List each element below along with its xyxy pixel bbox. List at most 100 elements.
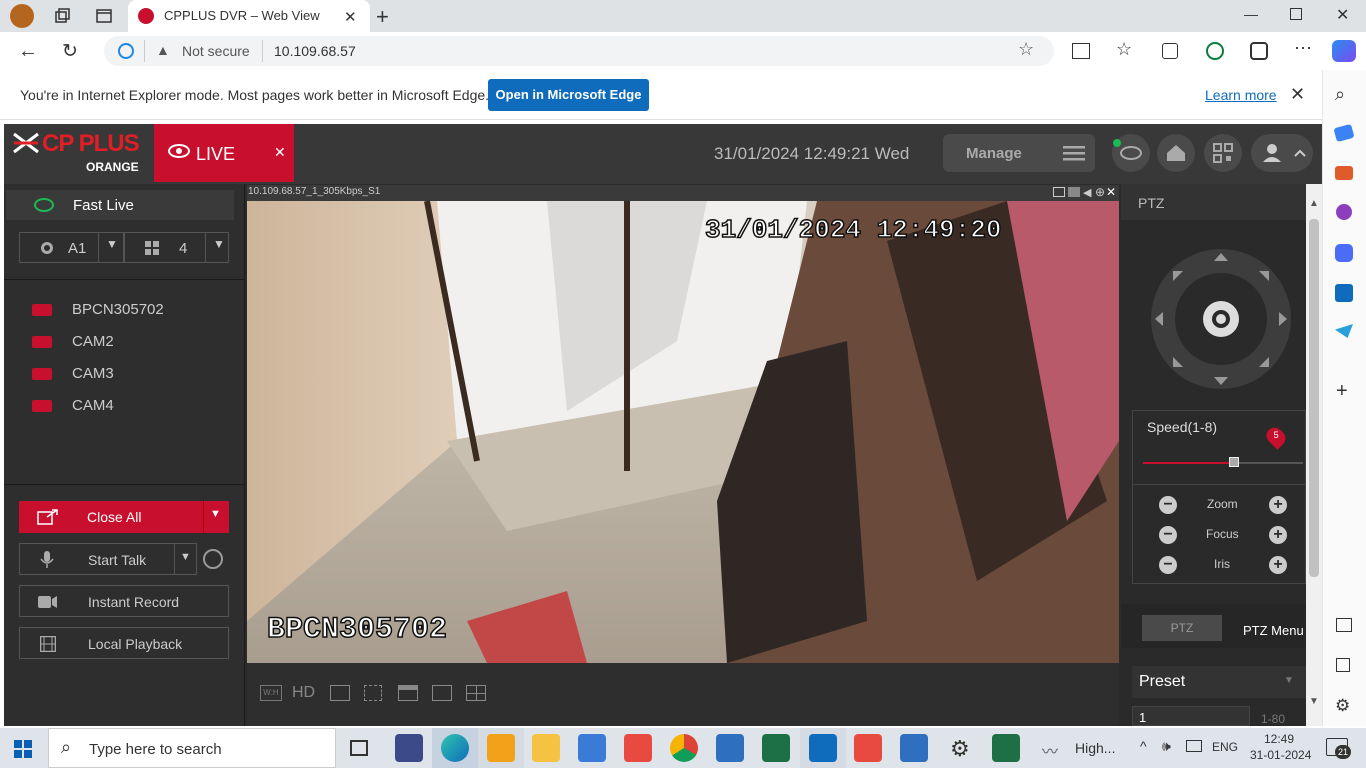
chevron-down-icon[interactable]: ▼ xyxy=(210,508,221,520)
split-screen-icon[interactable] xyxy=(1072,43,1090,59)
preset-input[interactable]: 1 xyxy=(1132,706,1250,726)
start-talk-button[interactable]: Start Talk ▼ xyxy=(19,543,197,575)
open-in-edge-button[interactable]: Open in Microsoft Edge xyxy=(488,79,649,111)
talk-status-radio[interactable] xyxy=(203,549,223,569)
preset-header[interactable]: Preset ▼ xyxy=(1132,666,1306,698)
live-tab[interactable]: LIVE ✕ xyxy=(154,124,294,182)
chrome-icon[interactable] xyxy=(670,734,698,762)
back-icon[interactable]: ← xyxy=(18,40,38,63)
snapshot-icon[interactable] xyxy=(1068,187,1080,197)
anydesk-2-icon[interactable] xyxy=(854,734,882,762)
zoom-in-button[interactable]: + xyxy=(1269,496,1287,514)
games-icon[interactable] xyxy=(1336,204,1352,220)
home-button[interactable] xyxy=(1157,134,1195,172)
close-all-button[interactable]: Close All ▼ xyxy=(19,501,229,533)
extensions-icon[interactable] xyxy=(1206,42,1224,60)
hide-sidebar-icon[interactable] xyxy=(1336,618,1352,632)
app-icon-2[interactable] xyxy=(900,734,928,762)
live-view-button[interactable] xyxy=(1112,134,1150,172)
focus-far-button[interactable]: + xyxy=(1269,526,1287,544)
one-split-icon[interactable] xyxy=(432,685,452,701)
scroll-thumb[interactable] xyxy=(1309,219,1319,577)
copilot-icon[interactable] xyxy=(1332,40,1356,62)
open-external-icon[interactable] xyxy=(1336,658,1350,672)
clock-time[interactable]: 12:49 xyxy=(1264,732,1294,746)
browser-essentials-icon[interactable] xyxy=(1250,42,1268,60)
minimize-icon[interactable]: — xyxy=(1244,6,1258,22)
mail-icon[interactable] xyxy=(578,734,606,762)
camera-list-item[interactable]: CAM2 xyxy=(4,328,244,356)
weather-icon[interactable]: 〰 xyxy=(1042,738,1058,762)
tools-icon[interactable] xyxy=(1335,166,1353,180)
restore-icon[interactable] xyxy=(1290,8,1302,20)
camera-list-item[interactable]: CAM4 xyxy=(4,392,244,420)
local-playback-button[interactable]: Local Playback xyxy=(19,627,229,659)
instant-record-button[interactable]: Instant Record xyxy=(19,585,229,617)
aspect-ratio-button[interactable]: W:H xyxy=(260,685,282,701)
url-text[interactable]: 10.109.68.57 xyxy=(274,43,356,59)
tray-chevron-icon[interactable]: ^ xyxy=(1140,738,1147,754)
profile-avatar[interactable] xyxy=(10,4,34,28)
page-scrollbar[interactable]: ▲ ▼ xyxy=(1306,184,1322,726)
sidebar-settings-icon[interactable]: ⚙ xyxy=(1335,696,1350,716)
iris-close-button[interactable]: − xyxy=(1159,556,1177,574)
app-icon-1[interactable] xyxy=(395,734,423,762)
favorites-icon[interactable]: ☆ xyxy=(1116,39,1132,60)
fullscreen-icon[interactable] xyxy=(364,685,382,701)
window-toggle-icon[interactable] xyxy=(1053,187,1065,197)
learn-more-link[interactable]: Learn more xyxy=(1205,87,1277,103)
network-icon[interactable] xyxy=(1186,740,1202,752)
favorite-star-icon[interactable]: ☆ xyxy=(1018,39,1034,60)
single-window-icon[interactable] xyxy=(398,685,418,701)
fluency-icon[interactable] xyxy=(330,685,350,701)
chevron-down-icon[interactable]: ▼ xyxy=(180,551,191,563)
language-indicator[interactable]: ENG xyxy=(1212,740,1238,754)
digital-zoom-icon[interactable]: ⊕ xyxy=(1095,185,1105,199)
clock-date[interactable]: 31-01-2024 xyxy=(1250,748,1311,762)
ptz-direction-pad[interactable] xyxy=(1151,249,1291,389)
scroll-down-icon[interactable]: ▼ xyxy=(1309,696,1319,707)
excel-icon[interactable] xyxy=(762,734,790,762)
manage-button[interactable]: Manage xyxy=(943,134,1095,172)
taskbar-search-box[interactable]: ⌕ Type here to search xyxy=(48,728,336,768)
browser-tab[interactable]: CPPLUS DVR – Web View ✕ xyxy=(128,0,370,32)
close-live-tab-icon[interactable]: ✕ xyxy=(274,144,286,161)
notification-icon[interactable]: 21 xyxy=(1326,738,1351,759)
iris-open-button[interactable]: + xyxy=(1269,556,1287,574)
speed-slider[interactable]: 5 xyxy=(1143,424,1303,467)
search-sidebar-icon[interactable]: ⌕ xyxy=(1335,84,1345,105)
qr-code-button[interactable] xyxy=(1204,134,1242,172)
stream-select[interactable]: A1 ▼ xyxy=(19,232,124,263)
four-split-icon[interactable] xyxy=(466,685,486,701)
add-sidebar-app-icon[interactable]: + xyxy=(1336,380,1348,403)
close-tab-icon[interactable]: ✕ xyxy=(344,8,357,26)
outlook-icon[interactable] xyxy=(1335,284,1353,302)
file-explorer-icon[interactable] xyxy=(532,734,560,762)
defender-icon[interactable] xyxy=(716,734,744,762)
task-view-icon[interactable] xyxy=(350,740,368,756)
tab-actions-icon[interactable] xyxy=(96,8,112,24)
camera-list-item[interactable]: CAM3 xyxy=(4,360,244,388)
scroll-up-icon[interactable]: ▲ xyxy=(1309,198,1319,209)
volume-icon[interactable]: 🕪 xyxy=(1162,738,1171,755)
telegram-icon[interactable] xyxy=(1335,324,1353,338)
close-window-icon[interactable]: ✕ xyxy=(1336,5,1349,25)
store-task[interactable] xyxy=(478,728,524,768)
app-icon-3[interactable] xyxy=(992,734,1020,762)
ie-mode-icon[interactable] xyxy=(118,43,134,59)
tab-ptz[interactable]: PTZ xyxy=(1142,615,1222,641)
security-status[interactable]: Not secure xyxy=(182,43,250,59)
outlook-task[interactable] xyxy=(800,728,846,768)
edge-task-active[interactable] xyxy=(432,728,478,768)
camera-video-feed[interactable]: 31/01/2024 12:49:20 BPCN305702 xyxy=(247,201,1119,663)
layout-select[interactable]: 4 ▼ xyxy=(124,232,229,263)
settings-icon[interactable]: ⚙ xyxy=(950,736,970,762)
camera-list-item[interactable]: BPCN305702 xyxy=(4,296,244,324)
close-video-icon[interactable]: ✕ xyxy=(1106,185,1116,199)
collections-icon[interactable] xyxy=(1162,43,1178,59)
anydesk-icon[interactable] xyxy=(624,734,652,762)
zoom-out-button[interactable]: − xyxy=(1159,496,1177,514)
workspaces-icon[interactable] xyxy=(54,8,70,24)
more-options-icon[interactable]: ⋯ xyxy=(1294,38,1312,59)
new-tab-icon[interactable]: + xyxy=(376,4,389,30)
